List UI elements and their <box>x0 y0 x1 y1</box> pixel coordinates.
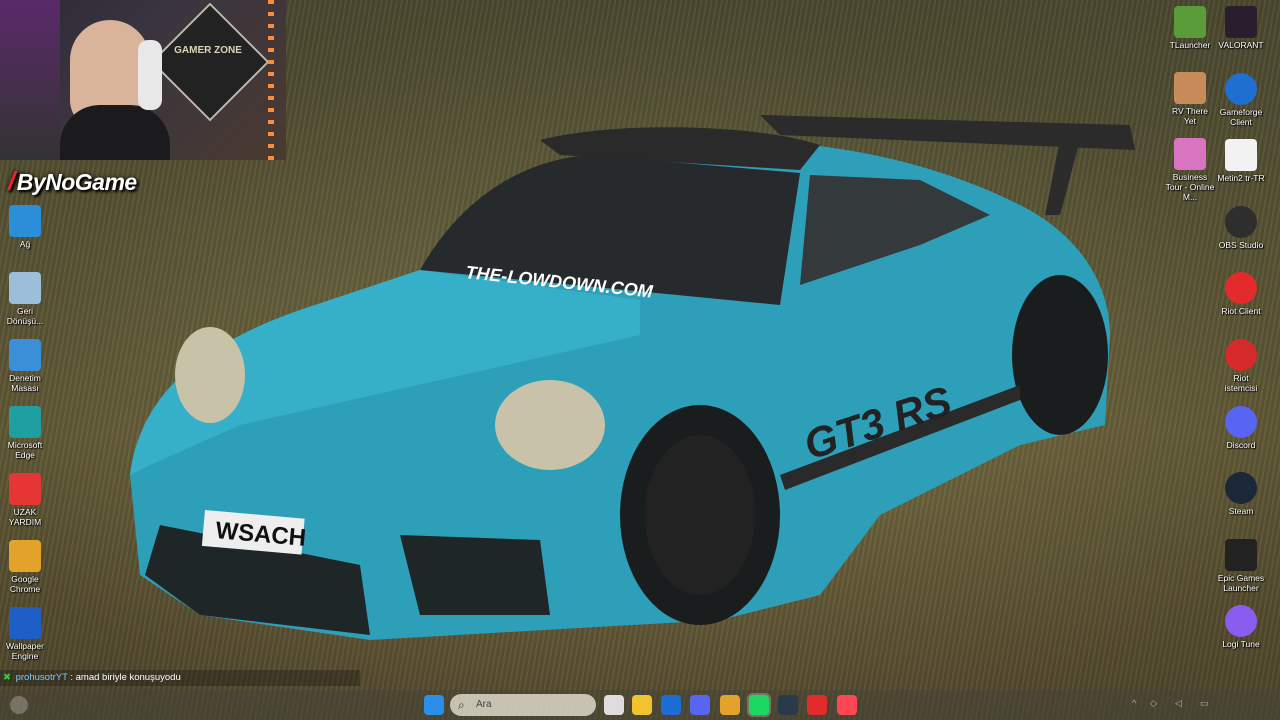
desktop-icon-epic-games[interactable]: Epic Games Launcher <box>1216 538 1266 593</box>
wallpaper-engine-icon <box>9 607 41 639</box>
tray-volume-icon[interactable]: ◁ <box>1175 698 1182 709</box>
edge-icon <box>9 406 41 438</box>
webcam-sign-text: GAMER ZONE <box>174 45 242 56</box>
desktop-icon-label: Discord <box>1226 439 1256 450</box>
tlauncher-icon <box>1174 6 1206 38</box>
desktop-icon-label: Google Chrome <box>9 574 41 594</box>
desktop-icon-network[interactable]: Ağ <box>0 205 50 249</box>
desktop-icon-rv-there-yet[interactable]: RV There Yet <box>1165 72 1215 126</box>
desktop-icon-label: VALORANT <box>1218 40 1264 50</box>
desktop-icon-file[interactable]: Metin2 tr-TR <box>1216 139 1266 183</box>
obs-icon <box>1225 205 1257 238</box>
taskbar-start-icon[interactable] <box>424 695 444 715</box>
desktop-icon-label: Denetim Masası <box>9 373 41 393</box>
desktop-icon-business-tour[interactable]: Business Tour - Online M... <box>1165 138 1215 202</box>
channel-logo: /ByNoGame <box>8 166 137 197</box>
desktop-icon-valorant[interactable]: VALORANT <box>1216 6 1266 50</box>
taskbar: ⌕ Ara ^ ◇ ◁ ▭ <box>0 690 1280 720</box>
chat-message: : amad biriyle konuşuyodu <box>67 672 181 683</box>
taskbar-valorant-icon[interactable] <box>837 695 857 715</box>
desktop-icon-anydesk[interactable]: UZAK YARDIM <box>0 473 50 527</box>
taskbar-discord-icon[interactable] <box>690 695 710 715</box>
taskbar-spotify-icon[interactable] <box>747 693 771 717</box>
desktop-icon-label: Wallpaper Engine <box>6 641 44 661</box>
desktop-icon-chrome[interactable]: Google Chrome <box>0 540 50 594</box>
desktop-icon-label: Geri Dönüşü... <box>6 306 44 326</box>
valorant-icon <box>1225 6 1257 38</box>
desktop-icon-gameforge[interactable]: Gameforge Client <box>1216 72 1266 127</box>
business-tour-icon <box>1174 138 1206 170</box>
webcam-sign <box>150 2 270 122</box>
desktop-icon-tlauncher[interactable]: TLauncher <box>1165 6 1215 50</box>
anydesk-icon <box>9 473 41 505</box>
desktop-icon-label: Epic Games Launcher <box>1217 572 1265 593</box>
desktop-icon-control-panel[interactable]: Denetim Masası <box>0 339 50 393</box>
rv-there-yet-icon <box>1174 72 1206 104</box>
taskbar-chrome-icon[interactable] <box>720 695 740 715</box>
desktop-icon-wallpaper-engine[interactable]: Wallpaper Engine <box>0 607 50 661</box>
taskbar-store-icon[interactable] <box>661 695 681 715</box>
network-icon <box>9 205 41 237</box>
desktop-icon-label: Steam <box>1228 506 1254 517</box>
desktop-icon-label: Business Tour - Online M... <box>1165 172 1215 202</box>
desktop-icon-riot[interactable]: Riot istemcisi <box>1216 339 1266 393</box>
wallpaper-car: THE-LOWDOWN.COM WSACH GT3 RS <box>130 115 1135 640</box>
recycle-bin-icon <box>9 272 41 304</box>
desktop-icon-label: Riot Client <box>1221 306 1261 317</box>
desktop-icon-label: UZAK YARDIM <box>8 507 42 527</box>
channel-logo-icon: / <box>8 166 15 196</box>
gameforge-icon <box>1225 72 1257 105</box>
chat-username: prohusotrYT <box>15 672 68 683</box>
tray-network-icon[interactable]: ◇ <box>1150 698 1157 709</box>
desktop-icon-label: Metin2 tr-TR <box>1217 173 1265 184</box>
desktop-icon-recycle-bin[interactable]: Geri Dönüşü... <box>0 272 50 326</box>
desktop-icon-label: Logi Tune <box>1222 639 1260 650</box>
stream-chat-line: ✖ prohusotrYT : amad biriyle konuşuyodu <box>0 670 360 686</box>
desktop-icon-label: Gameforge Client <box>1219 106 1263 127</box>
headset-icon <box>138 40 162 110</box>
taskbar-task-view-icon[interactable] <box>604 695 624 715</box>
desktop-icon-obs[interactable]: OBS Studio <box>1216 205 1266 250</box>
streamer-shirt <box>60 105 170 160</box>
desktop-icon-riot-client[interactable]: Riot Client <box>1216 272 1266 316</box>
desktop-icon-label: Ağ <box>19 239 31 249</box>
search-placeholder: Ara <box>476 699 492 710</box>
webcam-overlay: GAMER ZONE <box>0 0 286 160</box>
tray-chevron-icon[interactable]: ^ <box>1132 698 1136 708</box>
taskbar-steam-icon[interactable] <box>778 695 798 715</box>
desktop-icon-discord[interactable]: Discord <box>1216 405 1266 450</box>
control-panel-icon <box>9 339 41 371</box>
string-lights <box>268 0 274 160</box>
file-icon <box>1225 139 1257 172</box>
desktop-icon-steam[interactable]: Steam <box>1216 472 1266 516</box>
tray-battery-icon[interactable]: ▭ <box>1200 698 1209 709</box>
channel-name: ByNoGame <box>16 169 137 195</box>
desktop-icon-label: Microsoft Edge <box>7 440 43 460</box>
desktop-icon-label: OBS Studio <box>1218 239 1264 250</box>
desktop-icon-edge[interactable]: Microsoft Edge <box>0 406 50 460</box>
riot-client-icon <box>1225 272 1257 305</box>
riot-icon <box>1225 339 1257 371</box>
taskbar-search[interactable]: ⌕ Ara <box>450 694 596 716</box>
webcam-background-poster <box>0 0 60 160</box>
taskbar-riot-client-icon[interactable] <box>807 695 827 715</box>
epic-games-icon <box>1225 538 1257 571</box>
desktop-icon-label: Riot istemcisi <box>1224 373 1258 393</box>
steam-icon <box>1225 472 1257 505</box>
discord-icon <box>1225 405 1257 438</box>
desktop-icon-label: TLauncher <box>1169 40 1211 50</box>
weather-widget-icon[interactable] <box>10 696 28 714</box>
chrome-icon <box>9 540 41 572</box>
taskbar-file-explorer-icon[interactable] <box>632 695 652 715</box>
chat-badge-icon: ✖ <box>3 672 11 683</box>
search-icon: ⌕ <box>458 698 465 712</box>
desktop-icon-logi-tune[interactable]: Logi Tune <box>1216 605 1266 649</box>
desktop-icon-label: RV There Yet <box>1171 106 1209 126</box>
logi-tune-icon <box>1225 605 1257 638</box>
